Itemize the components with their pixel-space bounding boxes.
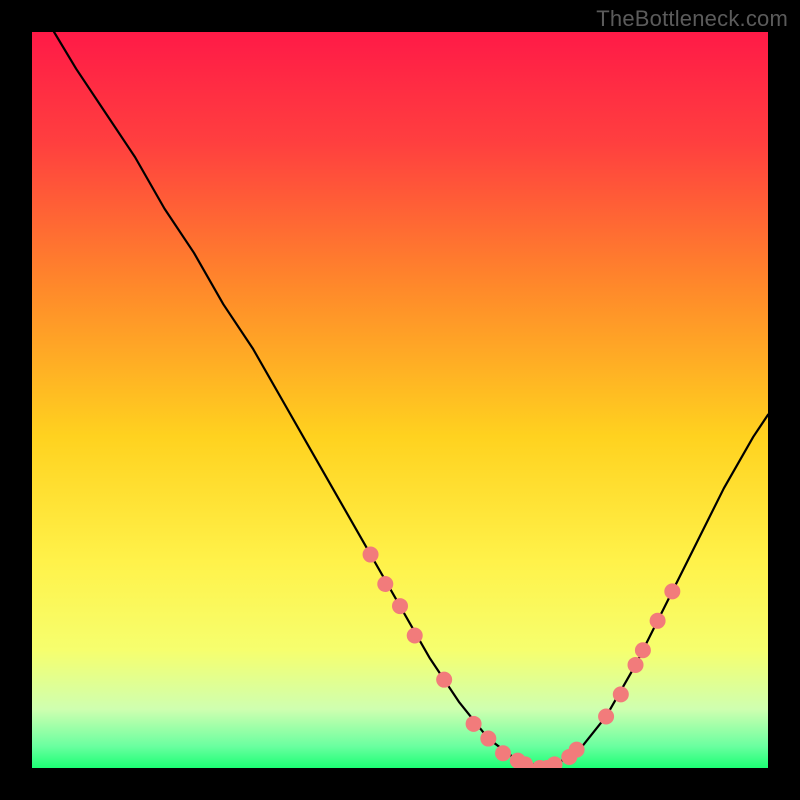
marker-dot (436, 672, 452, 688)
marker-dot (407, 628, 423, 644)
gradient-background (32, 32, 768, 768)
marker-dot (635, 642, 651, 658)
marker-dot (628, 657, 644, 673)
plot-area (32, 32, 768, 768)
marker-dot (363, 547, 379, 563)
marker-dot (466, 716, 482, 732)
marker-dot (613, 686, 629, 702)
marker-dot (377, 576, 393, 592)
marker-dot (392, 598, 408, 614)
marker-dot (650, 613, 666, 629)
marker-dot (569, 742, 585, 758)
chart-svg (32, 32, 768, 768)
marker-dot (495, 745, 511, 761)
marker-dot (480, 731, 496, 747)
marker-dot (664, 583, 680, 599)
chart-container: TheBottleneck.com (0, 0, 800, 800)
marker-dot (598, 708, 614, 724)
watermark: TheBottleneck.com (596, 6, 788, 32)
